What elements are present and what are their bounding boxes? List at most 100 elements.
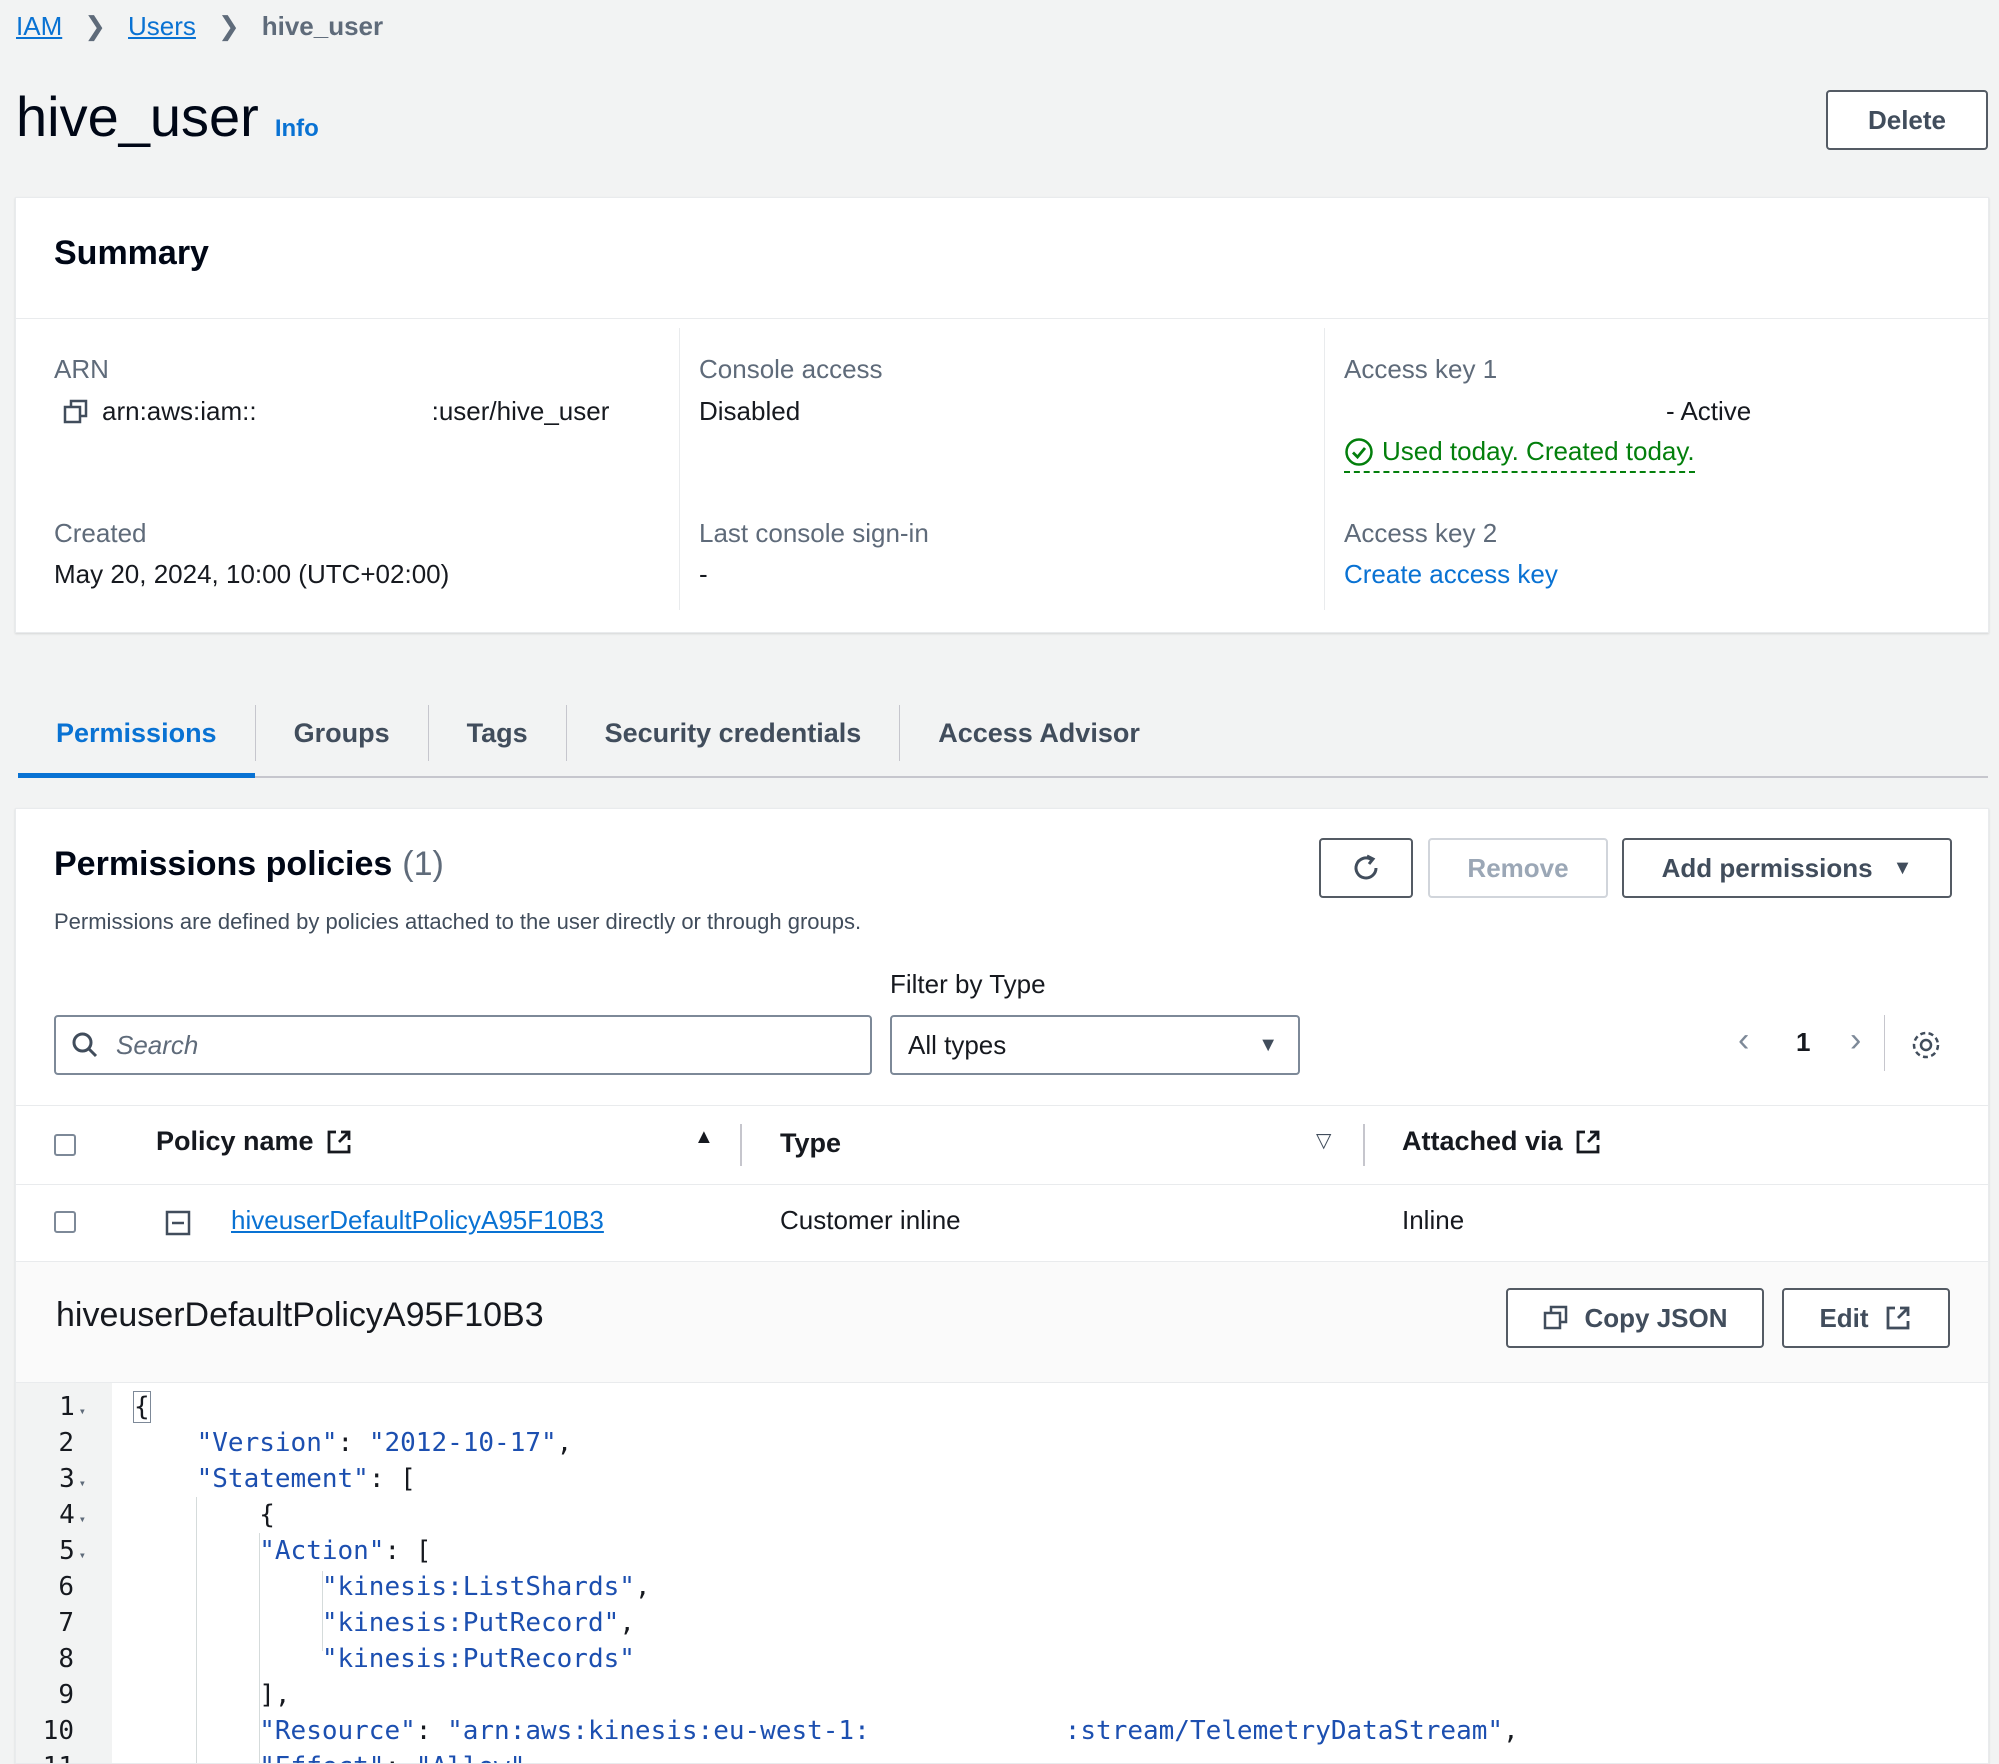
policy-type: Customer inline	[780, 1205, 961, 1235]
breadcrumb-current: hive_user	[261, 10, 384, 41]
filter-type-select[interactable]: All types ▼	[890, 1015, 1300, 1075]
policy-detail-title: hiveuserDefaultPolicyA95F10B3	[56, 1296, 544, 1334]
tab-groups[interactable]: Groups	[256, 690, 428, 776]
collapse-icon[interactable]	[164, 1209, 192, 1237]
code-line: "Version": "2012-10-17",	[196, 1428, 573, 1458]
remove-button[interactable]: Remove	[1428, 838, 1608, 898]
success-check-icon	[1345, 437, 1373, 466]
column-policy-name-label: Policy name	[156, 1126, 314, 1156]
tab-tags[interactable]: Tags	[429, 690, 566, 776]
code-line: ],	[259, 1680, 291, 1710]
line-number: 1 ▾	[59, 1392, 86, 1422]
code-line: "kinesis:ListShards",	[321, 1572, 651, 1602]
copy-icon[interactable]	[62, 398, 90, 426]
code-line: {	[133, 1391, 151, 1423]
breadcrumb-users[interactable]: Users	[128, 11, 196, 42]
policy-name-link[interactable]: hiveuserDefaultPolicyA95F10B3	[231, 1205, 604, 1236]
summary-panel: Summary ARN arn:aws:iam:: :user/hive_use…	[15, 197, 1989, 633]
page-number[interactable]: 1	[1796, 1027, 1810, 1058]
access-key1-usage[interactable]: Used today. Created today.	[1344, 436, 1695, 473]
sort-icon[interactable]: ▽	[1316, 1128, 1331, 1153]
policy-json-editor[interactable]: 1▾ 2 3▾ 4▾ 5▾ 6 7 8 9 10 11 { "Version":…	[16, 1383, 1988, 1763]
tab-bar: Permissions Groups Tags Security credent…	[18, 690, 1988, 778]
sort-ascending-icon[interactable]: ▲	[694, 1126, 714, 1149]
create-access-key-link[interactable]: Create access key	[1344, 559, 1558, 590]
copy-json-button[interactable]: Copy JSON	[1506, 1288, 1764, 1348]
select-all-checkbox[interactable]	[54, 1134, 76, 1156]
last-signin-value: -	[699, 559, 708, 589]
line-number: 9	[58, 1680, 74, 1710]
external-link-icon	[327, 1130, 350, 1153]
line-number: 5 ▾	[59, 1536, 86, 1566]
search-input[interactable]: Search	[54, 1015, 872, 1075]
line-number: 7	[58, 1608, 74, 1638]
code-line: "kinesis:PutRecord",	[321, 1608, 635, 1638]
column-attached-via-label: Attached via	[1402, 1126, 1563, 1156]
table-header: Policy name ▲ Type ▽ Attached via	[16, 1105, 1988, 1185]
breadcrumb: IAM ❯ Users ❯ hive_user	[16, 8, 383, 44]
column-divider	[1363, 1124, 1365, 1166]
arn-value: arn:aws:iam:: :user/hive_user	[62, 396, 609, 427]
add-permissions-label: Add permissions	[1661, 852, 1873, 883]
fold-arrow-icon: ▾	[78, 1512, 86, 1526]
policies-title: Permissions policies	[54, 845, 393, 883]
line-number: 6	[58, 1572, 74, 1602]
access-key1-status: - Active	[1666, 396, 1752, 426]
refresh-button[interactable]	[1319, 838, 1413, 898]
caret-down-icon: ▼	[1892, 856, 1913, 879]
redacted-account-id	[256, 397, 432, 426]
tab-access-advisor[interactable]: Access Advisor	[900, 690, 1178, 776]
page-title: hive_user	[16, 85, 259, 148]
usage-text: Used today. Created today.	[1382, 436, 1695, 466]
refresh-icon	[1354, 854, 1378, 880]
tab-security-credentials[interactable]: Security credentials	[567, 690, 900, 776]
policies-count: (1)	[402, 845, 444, 883]
search-placeholder: Search	[116, 1029, 199, 1060]
summary-heading: Summary	[54, 234, 209, 272]
settings-gear-icon[interactable]	[1909, 1028, 1943, 1062]
tab-permissions[interactable]: Permissions	[18, 690, 255, 778]
last-signin-label: Last console sign-in	[699, 518, 929, 548]
code-lines: { "Version": "2012-10-17", "Statement": …	[133, 1389, 1519, 1763]
edit-label: Edit	[1819, 1302, 1869, 1333]
caret-down-icon: ▼	[1258, 1033, 1278, 1056]
chevron-right-icon: ❯	[84, 10, 107, 41]
edit-policy-button[interactable]: Edit	[1782, 1288, 1950, 1348]
info-link[interactable]: Info	[275, 115, 319, 143]
fold-arrow-icon: ▾	[78, 1476, 86, 1490]
code-line: "Action": [	[259, 1536, 432, 1566]
arn-suffix: :user/hive_user	[431, 396, 610, 426]
policies-description: Permissions are defined by policies atta…	[54, 909, 862, 934]
policy-attached-via: Inline	[1402, 1205, 1465, 1235]
console-access-label: Console access	[699, 354, 883, 384]
line-number: 8	[58, 1644, 74, 1674]
column-attached-via[interactable]: Attached via	[1402, 1126, 1603, 1157]
created-value: May 20, 2024, 10:00 (UTC+02:00)	[54, 559, 450, 589]
permissions-panel: Permissions policies (1) Permissions are…	[15, 808, 1989, 1764]
column-type[interactable]: Type	[780, 1128, 841, 1159]
external-link-icon	[1576, 1130, 1599, 1153]
filter-label: Filter by Type	[890, 969, 1046, 999]
next-page-icon[interactable]: ›	[1850, 1021, 1861, 1060]
line-number: 10	[42, 1716, 74, 1746]
access-key1-label: Access key 1	[1344, 354, 1498, 384]
search-icon	[72, 1032, 98, 1058]
add-permissions-button[interactable]: Add permissions ▼	[1622, 838, 1952, 898]
redacted-account-id	[869, 1716, 1065, 1747]
fold-arrow-icon: ▾	[78, 1548, 86, 1562]
previous-page-icon[interactable]: ‹	[1738, 1021, 1749, 1060]
page-header: hive_user Info	[16, 84, 319, 149]
column-policy-name[interactable]: Policy name	[156, 1126, 354, 1157]
console-access-value: Disabled	[699, 396, 801, 426]
column-divider	[1324, 328, 1325, 610]
copy-icon	[1544, 1305, 1568, 1330]
fold-arrow-icon: ▾	[78, 1404, 86, 1418]
line-number: 2	[58, 1428, 74, 1458]
row-checkbox[interactable]	[54, 1211, 76, 1233]
code-line: "Statement": [	[196, 1464, 416, 1494]
policy-detail-header: hiveuserDefaultPolicyA95F10B3 Copy JSON …	[16, 1262, 1988, 1383]
breadcrumb-iam[interactable]: IAM	[16, 11, 62, 42]
policies-heading: Permissions policies (1)	[54, 845, 444, 884]
delete-button[interactable]: Delete	[1826, 90, 1988, 150]
line-number-gutter: 1▾ 2 3▾ 4▾ 5▾ 6 7 8 9 10 11	[16, 1383, 112, 1763]
